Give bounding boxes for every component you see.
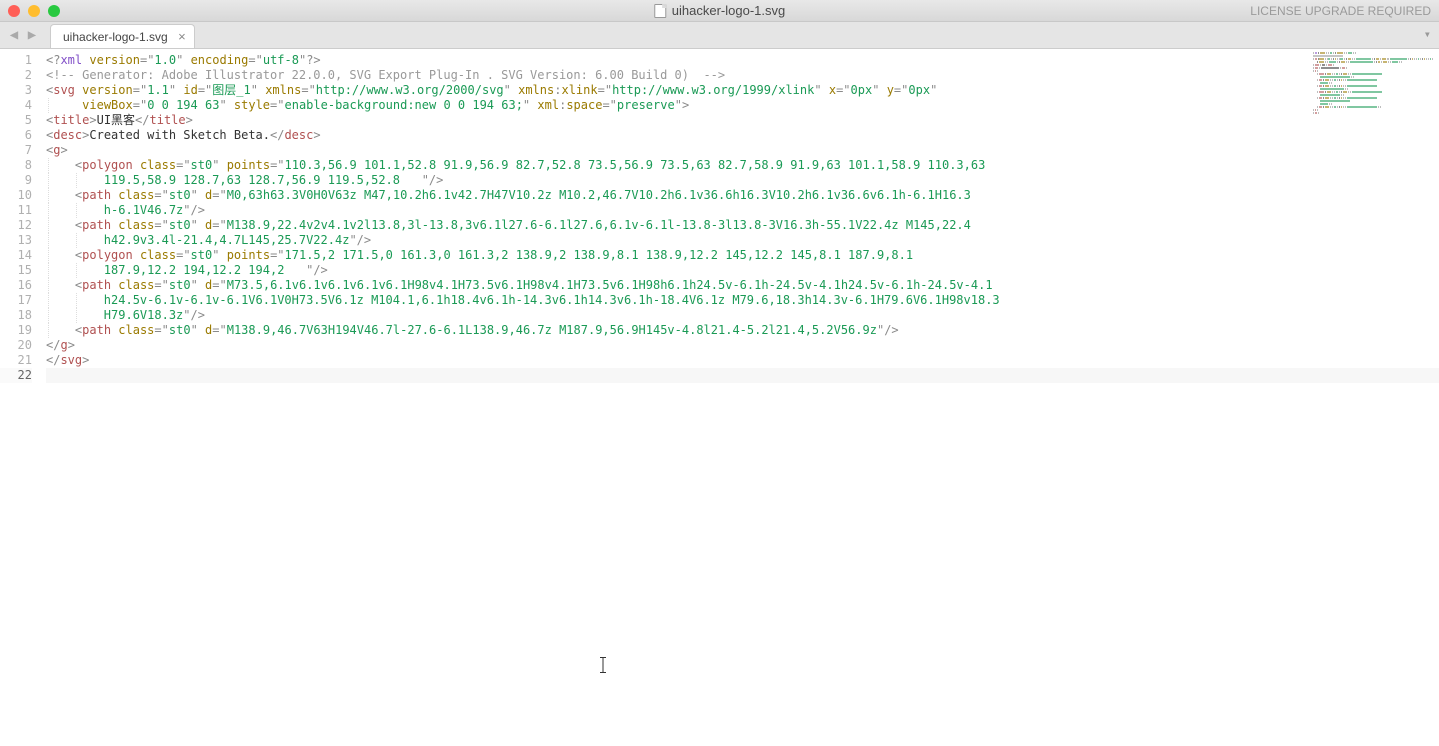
license-notice[interactable]: LICENSE UPGRADE REQUIRED bbox=[1250, 4, 1431, 18]
close-tab-icon[interactable]: × bbox=[178, 30, 186, 43]
line-number: 19 bbox=[0, 323, 32, 338]
code-line[interactable]: <path class="st0" d="M0,63h63.3V0H0V63z … bbox=[46, 188, 1439, 203]
line-number: 7 bbox=[0, 143, 32, 158]
line-number: 12 bbox=[0, 218, 32, 233]
code-line[interactable]: </svg> bbox=[46, 353, 1439, 368]
window-title-text: uihacker-logo-1.svg bbox=[672, 3, 785, 18]
editor: 12345678910111213141516171819202122 <?xm… bbox=[0, 49, 1439, 746]
line-number: 8 bbox=[0, 158, 32, 173]
line-number: 17 bbox=[0, 293, 32, 308]
code-line[interactable]: 119.5,58.9 128.7,63 128.7,56.9 119.5,52.… bbox=[46, 173, 1439, 188]
code-line[interactable]: <desc>Created with Sketch Beta.</desc> bbox=[46, 128, 1439, 143]
code-line[interactable]: viewBox="0 0 194 63" style="enable-backg… bbox=[46, 98, 1439, 113]
line-number: 11 bbox=[0, 203, 32, 218]
code-line[interactable]: <!-- Generator: Adobe Illustrator 22.0.0… bbox=[46, 68, 1439, 83]
line-number: 10 bbox=[0, 188, 32, 203]
line-number-gutter: 12345678910111213141516171819202122 bbox=[0, 49, 40, 746]
nav-buttons: ◀ ▶ bbox=[6, 27, 40, 43]
close-icon[interactable] bbox=[8, 5, 20, 17]
line-number: 9 bbox=[0, 173, 32, 188]
traffic-lights bbox=[8, 5, 60, 17]
line-number: 4 bbox=[0, 98, 32, 113]
line-number: 5 bbox=[0, 113, 32, 128]
minimize-icon[interactable] bbox=[28, 5, 40, 17]
forward-icon[interactable]: ▶ bbox=[24, 27, 40, 43]
code-line[interactable]: h42.9v3.4l-21.4,4.7L145,25.7V22.4z"/> bbox=[46, 233, 1439, 248]
code-line[interactable]: <path class="st0" d="M138.9,46.7V63H194V… bbox=[46, 323, 1439, 338]
line-number: 2 bbox=[0, 68, 32, 83]
window-title: uihacker-logo-1.svg bbox=[654, 3, 785, 18]
line-number: 13 bbox=[0, 233, 32, 248]
maximize-icon[interactable] bbox=[48, 5, 60, 17]
code-line[interactable]: h24.5v-6.1v-6.1v-6.1V6.1V0H73.5V6.1z M10… bbox=[46, 293, 1439, 308]
tab-bar: ◀ ▶ uihacker-logo-1.svg × ▾ bbox=[0, 22, 1439, 49]
tab-menu-icon[interactable]: ▾ bbox=[1424, 27, 1431, 41]
back-icon[interactable]: ◀ bbox=[6, 27, 22, 43]
code-area[interactable]: <?xml version="1.0" encoding="utf-8"?><!… bbox=[40, 49, 1439, 746]
code-line[interactable]: h-6.1V46.7z"/> bbox=[46, 203, 1439, 218]
code-line[interactable]: <?xml version="1.0" encoding="utf-8"?> bbox=[46, 53, 1439, 68]
line-number: 15 bbox=[0, 263, 32, 278]
line-number: 21 bbox=[0, 353, 32, 368]
code-line[interactable]: 187.9,12.2 194,12.2 194,2 "/> bbox=[46, 263, 1439, 278]
line-number: 1 bbox=[0, 53, 32, 68]
code-line[interactable]: <title>UI黑客</title> bbox=[46, 113, 1439, 128]
code-line[interactable]: <polygon class="st0" points="171.5,2 171… bbox=[46, 248, 1439, 263]
line-number: 18 bbox=[0, 308, 32, 323]
line-number: 14 bbox=[0, 248, 32, 263]
line-number: 20 bbox=[0, 338, 32, 353]
line-number: 16 bbox=[0, 278, 32, 293]
line-number: 22 bbox=[0, 368, 32, 383]
code-line[interactable]: <g> bbox=[46, 143, 1439, 158]
code-line[interactable]: H79.6V18.3z"/> bbox=[46, 308, 1439, 323]
code-line[interactable] bbox=[46, 368, 1439, 383]
line-number: 3 bbox=[0, 83, 32, 98]
line-number: 6 bbox=[0, 128, 32, 143]
code-line[interactable]: <polygon class="st0" points="110.3,56.9 … bbox=[46, 158, 1439, 173]
code-line[interactable]: <svg version="1.1" id="图层_1" xmlns="http… bbox=[46, 83, 1439, 98]
tab-label: uihacker-logo-1.svg bbox=[63, 30, 168, 44]
code-line[interactable]: <path class="st0" d="M138.9,22.4v2v4.1v2… bbox=[46, 218, 1439, 233]
document-icon bbox=[654, 4, 666, 18]
tab-file[interactable]: uihacker-logo-1.svg × bbox=[50, 24, 195, 48]
window-titlebar: uihacker-logo-1.svg LICENSE UPGRADE REQU… bbox=[0, 0, 1439, 22]
code-line[interactable]: </g> bbox=[46, 338, 1439, 353]
code-line[interactable]: <path class="st0" d="M73.5,6.1v6.1v6.1v6… bbox=[46, 278, 1439, 293]
